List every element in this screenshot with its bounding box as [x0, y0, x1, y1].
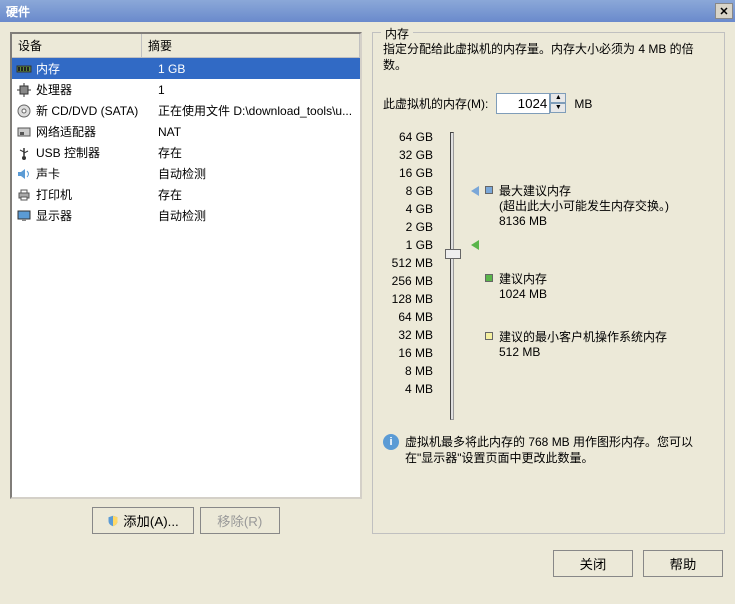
device-summary: 自动检测: [158, 165, 356, 182]
scale-tick-label: 32 GB: [383, 146, 433, 164]
device-icon: [16, 62, 32, 76]
device-name: 新 CD/DVD (SATA): [36, 102, 158, 119]
device-row[interactable]: 处理器1: [12, 79, 360, 100]
list-header: 设备 摘要: [12, 34, 360, 58]
scale-tick-label: 2 GB: [383, 218, 433, 236]
device-row[interactable]: 打印机存在: [12, 184, 360, 205]
scale-tick-label: 32 MB: [383, 326, 433, 344]
device-icon: [16, 167, 32, 181]
memory-slider[interactable]: [450, 132, 454, 420]
device-icon: [16, 125, 32, 139]
device-summary: NAT: [158, 125, 356, 139]
shield-icon: [107, 515, 119, 527]
scale-tick-label: 16 GB: [383, 164, 433, 182]
marker-max: 最大建议内存 (超出此大小可能发生内存交换。) 8136 MB: [499, 184, 669, 229]
scale-tick-label: 8 MB: [383, 362, 433, 380]
add-label: 添加(A)...: [123, 511, 179, 530]
device-icon: [16, 146, 32, 160]
info-text: 虚拟机最多将此内存的 768 MB 用作图形内存。您可以在"显示器"设置页面中更…: [405, 434, 714, 466]
slider-thumb[interactable]: [445, 249, 461, 259]
device-name: 内存: [36, 60, 158, 77]
memory-input-label: 此虚拟机的内存(M):: [383, 95, 488, 112]
marker-rec: 建议内存 1024 MB: [499, 272, 547, 302]
scale-tick-label: 64 GB: [383, 128, 433, 146]
device-row[interactable]: USB 控制器存在: [12, 142, 360, 163]
device-summary: 1 GB: [158, 62, 356, 76]
device-row[interactable]: 显示器自动检测: [12, 205, 360, 226]
scale-tick-label: 8 GB: [383, 182, 433, 200]
scale-tick-label: 1 GB: [383, 236, 433, 254]
marker-min: 建议的最小客户机操作系统内存 512 MB: [499, 330, 667, 360]
help-button[interactable]: 帮助: [643, 550, 723, 577]
triangle-rec-icon: [471, 240, 479, 250]
device-row[interactable]: 声卡自动检测: [12, 163, 360, 184]
col-device: 设备: [12, 34, 142, 57]
device-name: 声卡: [36, 165, 158, 182]
memory-group-title: 内存: [381, 25, 413, 42]
device-icon: [16, 83, 32, 97]
device-summary: 正在使用文件 D:\download_tools\u...: [158, 102, 356, 119]
window-title: 硬件: [6, 3, 30, 20]
device-summary: 自动检测: [158, 207, 356, 224]
info-icon: i: [383, 434, 399, 450]
memory-unit: MB: [574, 97, 592, 111]
device-icon: [16, 188, 32, 202]
memory-desc: 指定分配给此虚拟机的内存量。内存大小必须为 4 MB 的倍数。: [383, 41, 714, 73]
close-button[interactable]: 关闭: [553, 550, 633, 577]
scale-labels: 64 GB32 GB16 GB8 GB4 GB2 GB1 GB512 MB256…: [383, 126, 433, 420]
memory-input[interactable]: [496, 93, 550, 114]
spin-up-icon[interactable]: ▲: [550, 93, 566, 103]
device-summary: 1: [158, 83, 356, 97]
device-name: 打印机: [36, 186, 158, 203]
add-button[interactable]: 添加(A)...: [92, 507, 194, 534]
scale-tick-label: 4 MB: [383, 380, 433, 398]
scale-tick-label: 4 GB: [383, 200, 433, 218]
device-name: USB 控制器: [36, 144, 158, 161]
device-summary: 存在: [158, 144, 356, 161]
scale-tick-label: 16 MB: [383, 344, 433, 362]
col-summary: 摘要: [142, 34, 360, 57]
scale-tick-label: 64 MB: [383, 308, 433, 326]
square-yellow-icon: [485, 332, 493, 340]
scale-tick-label: 128 MB: [383, 290, 433, 308]
scale-tick-label: 256 MB: [383, 272, 433, 290]
close-icon[interactable]: ✕: [715, 3, 733, 19]
triangle-max-icon: [471, 186, 479, 196]
device-icon: [16, 104, 32, 118]
device-row[interactable]: 网络适配器NAT: [12, 121, 360, 142]
square-green-icon: [485, 274, 493, 282]
device-icon: [16, 209, 32, 223]
device-row[interactable]: 内存1 GB: [12, 58, 360, 79]
device-summary: 存在: [158, 186, 356, 203]
device-name: 处理器: [36, 81, 158, 98]
scale-tick-label: 512 MB: [383, 254, 433, 272]
device-name: 显示器: [36, 207, 158, 224]
device-list[interactable]: 设备 摘要 内存1 GB处理器1新 CD/DVD (SATA)正在使用文件 D:…: [10, 32, 362, 499]
spin-down-icon[interactable]: ▼: [550, 103, 566, 113]
remove-button: 移除(R): [200, 507, 280, 534]
device-name: 网络适配器: [36, 123, 158, 140]
device-row[interactable]: 新 CD/DVD (SATA)正在使用文件 D:\download_tools\…: [12, 100, 360, 121]
square-blue-icon: [485, 186, 493, 194]
